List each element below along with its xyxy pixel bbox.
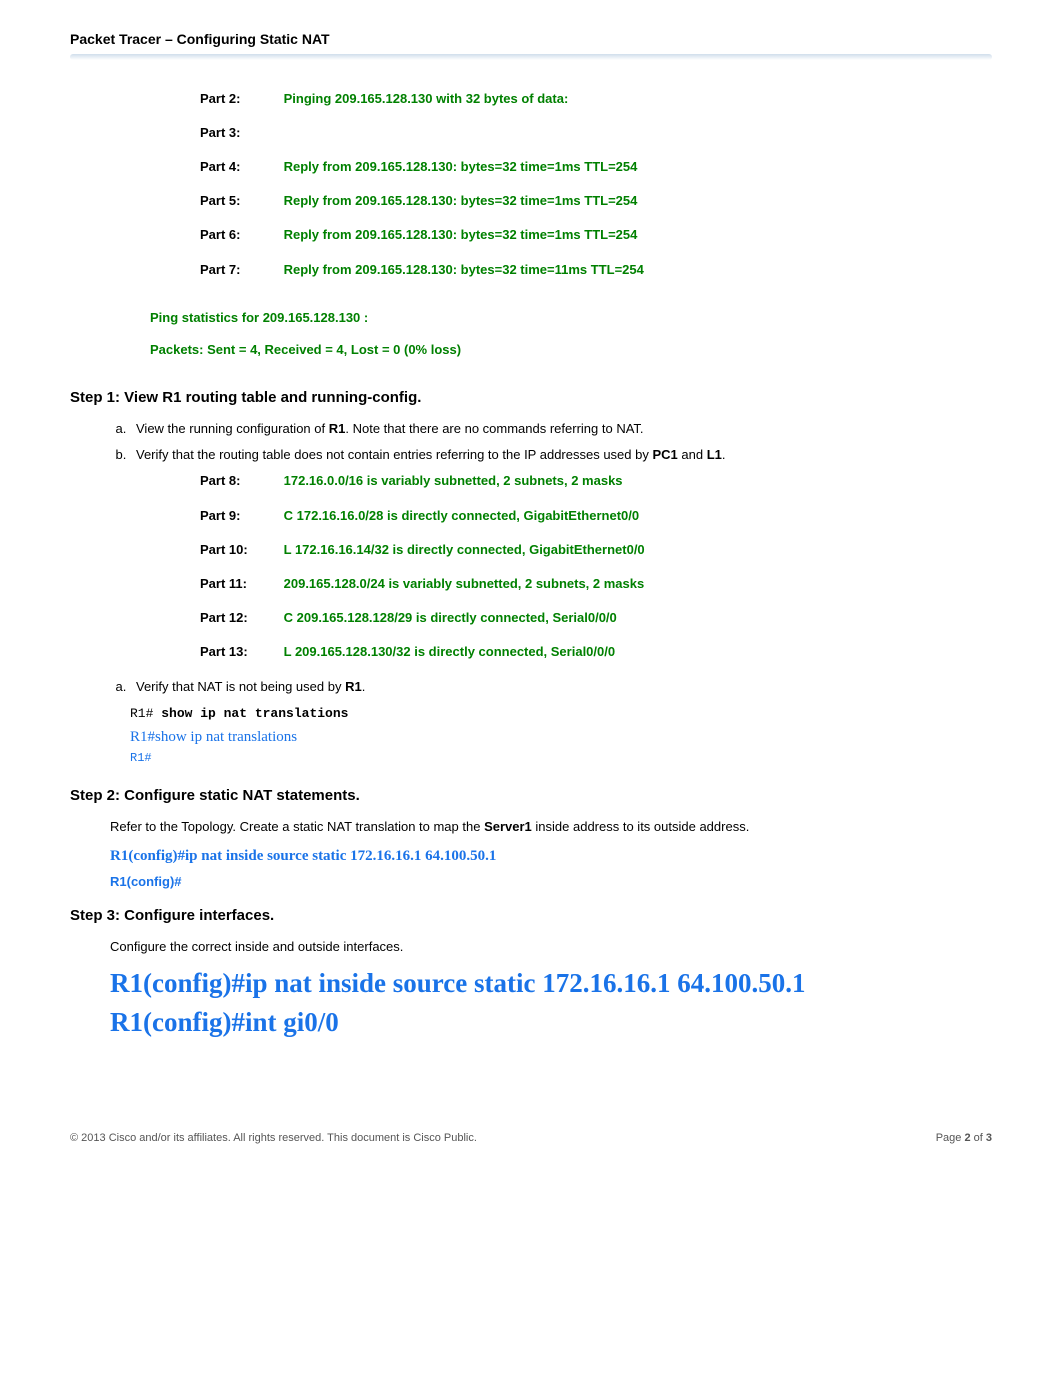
text: and: [678, 447, 707, 462]
bold: L1: [707, 447, 722, 462]
title-underline: [70, 54, 992, 60]
part-row: Part 6: Reply from 209.165.128.130: byte…: [200, 226, 992, 244]
routing-text: L 209.165.128.130/32 is directly connect…: [284, 644, 615, 659]
cmd-line: R1# show ip nat translations: [130, 704, 992, 723]
step3-para: Configure the correct inside and outside…: [110, 938, 992, 956]
routing-label: Part 12:: [200, 609, 280, 627]
ping-stats-header: Ping statistics for 209.165.128.130 :: [150, 309, 992, 327]
ping-stats: Ping statistics for 209.165.128.130 : Pa…: [150, 309, 992, 359]
routing-text: 172.16.0.0/16 is variably subnetted, 2 s…: [284, 473, 623, 488]
routing-label: Part 9:: [200, 507, 280, 525]
step1-heading: Step 1: View R1 routing table and runnin…: [70, 387, 992, 408]
text: View the running configuration of: [136, 421, 329, 436]
ping-line: Reply from 209.165.128.130: bytes=32 tim…: [284, 193, 638, 208]
list-item: View the running configuration of R1. No…: [130, 420, 992, 438]
footer-right: Page 2 of 3: [936, 1131, 992, 1146]
text: Page: [936, 1132, 965, 1144]
footer-left: © 2013 Cisco and/or its affiliates. All …: [70, 1132, 477, 1144]
ping-line: Pinging 209.165.128.130 with 32 bytes of…: [284, 91, 569, 106]
routing-row: Part 10: L 172.16.16.14/32 is directly c…: [200, 541, 992, 559]
ping-line: Reply from 209.165.128.130: bytes=32 tim…: [284, 159, 638, 174]
step1-list: View the running configuration of R1. No…: [130, 420, 992, 464]
routing-label: Part 8:: [200, 472, 280, 490]
cmd-output: R1#: [130, 750, 992, 767]
list-item: Verify that NAT is not being used by R1.: [130, 678, 992, 696]
bold: R1: [329, 421, 346, 436]
ping-line: Reply from 209.165.128.130: bytes=32 tim…: [284, 262, 644, 277]
text: Verify that the routing table does not c…: [136, 447, 652, 462]
part-label: Part 6:: [200, 226, 280, 244]
step2-para: Refer to the Topology. Create a static N…: [110, 818, 992, 836]
routing-label: Part 10:: [200, 541, 280, 559]
routing-text: C 209.165.128.128/29 is directly connect…: [284, 610, 617, 625]
big-config-line: R1(config)#ip nat inside source static 1…: [110, 966, 992, 1001]
bold: R1: [345, 679, 362, 694]
part-row: Part 7: Reply from 209.165.128.130: byte…: [200, 261, 992, 279]
text: .: [722, 447, 726, 462]
routing-row: Part 8: 172.16.0.0/16 is variably subnet…: [200, 472, 992, 490]
routing-label: Part 13:: [200, 643, 280, 661]
config-line: R1(config)#ip nat inside source static 1…: [110, 846, 992, 867]
text: inside address to its outside address.: [532, 819, 750, 834]
routing-text: C 172.16.16.0/28 is directly connected, …: [284, 508, 639, 523]
text: .: [362, 679, 366, 694]
footer: © 2013 Cisco and/or its affiliates. All …: [70, 1131, 992, 1146]
routing-label: Part 11:: [200, 575, 280, 593]
ping-output-block: Part 2: Pinging 209.165.128.130 with 32 …: [200, 90, 992, 279]
big-config-line: R1(config)#int gi0/0: [110, 1005, 992, 1040]
step2-heading: Step 2: Configure static NAT statements.: [70, 785, 992, 806]
routing-row: Part 9: C 172.16.16.0/28 is directly con…: [200, 507, 992, 525]
text: Verify that NAT is not being used by: [136, 679, 345, 694]
part-label: Part 5:: [200, 192, 280, 210]
routing-row: Part 12: C 209.165.128.128/29 is directl…: [200, 609, 992, 627]
text: . Note that there are no commands referr…: [345, 421, 643, 436]
cmd-text: show ip nat translations: [161, 706, 348, 721]
list-item: Verify that the routing table does not c…: [130, 446, 992, 464]
part-label: Part 4:: [200, 158, 280, 176]
text: Refer to the Topology. Create a static N…: [110, 819, 484, 834]
page-total: 3: [986, 1132, 992, 1144]
routing-block: Part 8: 172.16.0.0/16 is variably subnet…: [200, 472, 992, 661]
bold: PC1: [652, 447, 677, 462]
step1-verify-list: Verify that NAT is not being used by R1.: [130, 678, 992, 696]
part-label: Part 7:: [200, 261, 280, 279]
ping-line: Reply from 209.165.128.130: bytes=32 tim…: [284, 227, 638, 242]
part-label: Part 3:: [200, 124, 280, 142]
part-row: Part 2: Pinging 209.165.128.130 with 32 …: [200, 90, 992, 108]
bold: Server1: [484, 819, 532, 834]
config-line: R1(config)#: [110, 873, 992, 891]
part-label: Part 2:: [200, 90, 280, 108]
routing-row: Part 11: 209.165.128.0/24 is variably su…: [200, 575, 992, 593]
routing-text: 209.165.128.0/24 is variably subnetted, …: [284, 576, 645, 591]
part-row: Part 4: Reply from 209.165.128.130: byte…: [200, 158, 992, 176]
page-title: Packet Tracer – Configuring Static NAT: [70, 30, 992, 50]
cmd-prompt: R1#: [130, 706, 161, 721]
part-row: Part 5: Reply from 209.165.128.130: byte…: [200, 192, 992, 210]
routing-row: Part 13: L 209.165.128.130/32 is directl…: [200, 643, 992, 661]
cmd-output: R1#show ip nat translations: [130, 727, 992, 748]
ping-stats-line: Packets: Sent = 4, Received = 4, Lost = …: [150, 341, 992, 359]
step3-heading: Step 3: Configure interfaces.: [70, 905, 992, 926]
part-row: Part 3:: [200, 124, 992, 142]
text: of: [971, 1132, 986, 1144]
routing-text: L 172.16.16.14/32 is directly connected,…: [284, 542, 645, 557]
